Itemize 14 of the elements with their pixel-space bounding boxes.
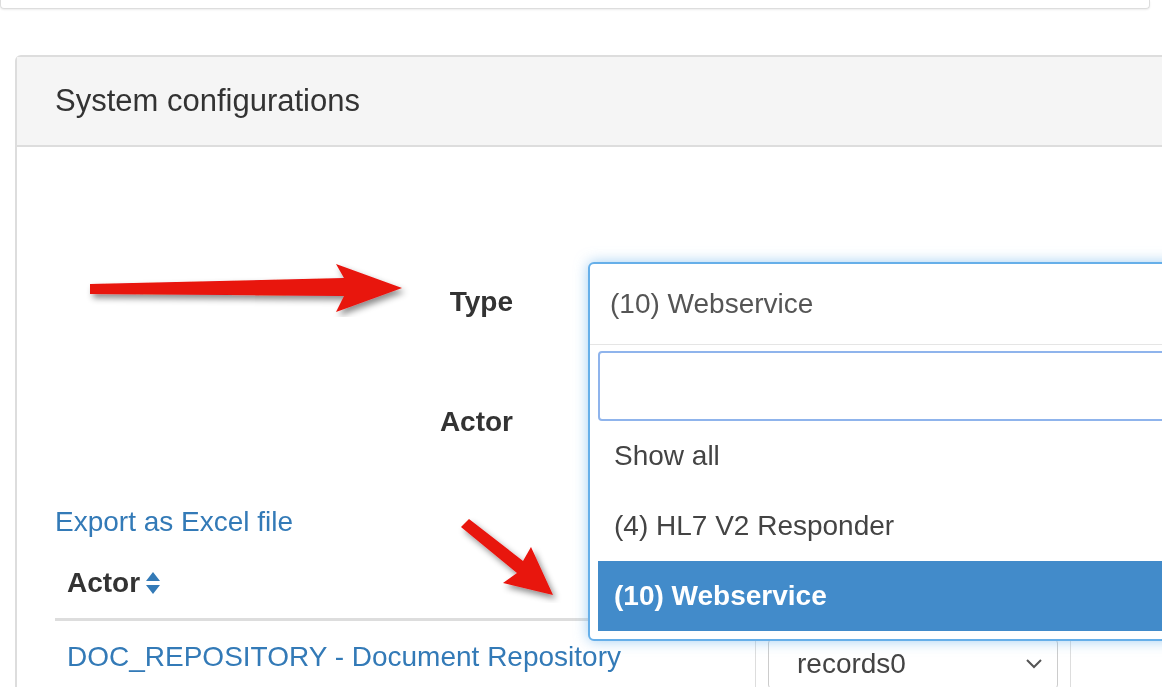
- sort-icon[interactable]: [146, 572, 161, 594]
- actor-link[interactable]: DOC_REPOSITORY - Document Repository: [67, 641, 621, 672]
- export-link[interactable]: Export as Excel file: [55, 506, 294, 538]
- chevron-down-icon: [1025, 658, 1043, 670]
- select-dropdown[interactable]: (10) Webservice Show all (4) HL7 V2 Responder (10) Webservice: [588, 262, 1162, 641]
- filter-label: Actor: [439, 406, 513, 438]
- select-value: (10) Webservice: [590, 264, 1162, 345]
- dropdown-option[interactable]: (10) Webservice: [598, 561, 1162, 631]
- dropdown-option[interactable]: (4) HL7 V2 Responder: [598, 491, 1162, 561]
- column-header: Actor: [67, 567, 141, 599]
- panel-title: System configurations: [55, 83, 360, 119]
- search-field[interactable]: [598, 351, 1162, 421]
- dropdown-option[interactable]: Show all: [598, 421, 1162, 491]
- filter-label: Type: [449, 286, 513, 318]
